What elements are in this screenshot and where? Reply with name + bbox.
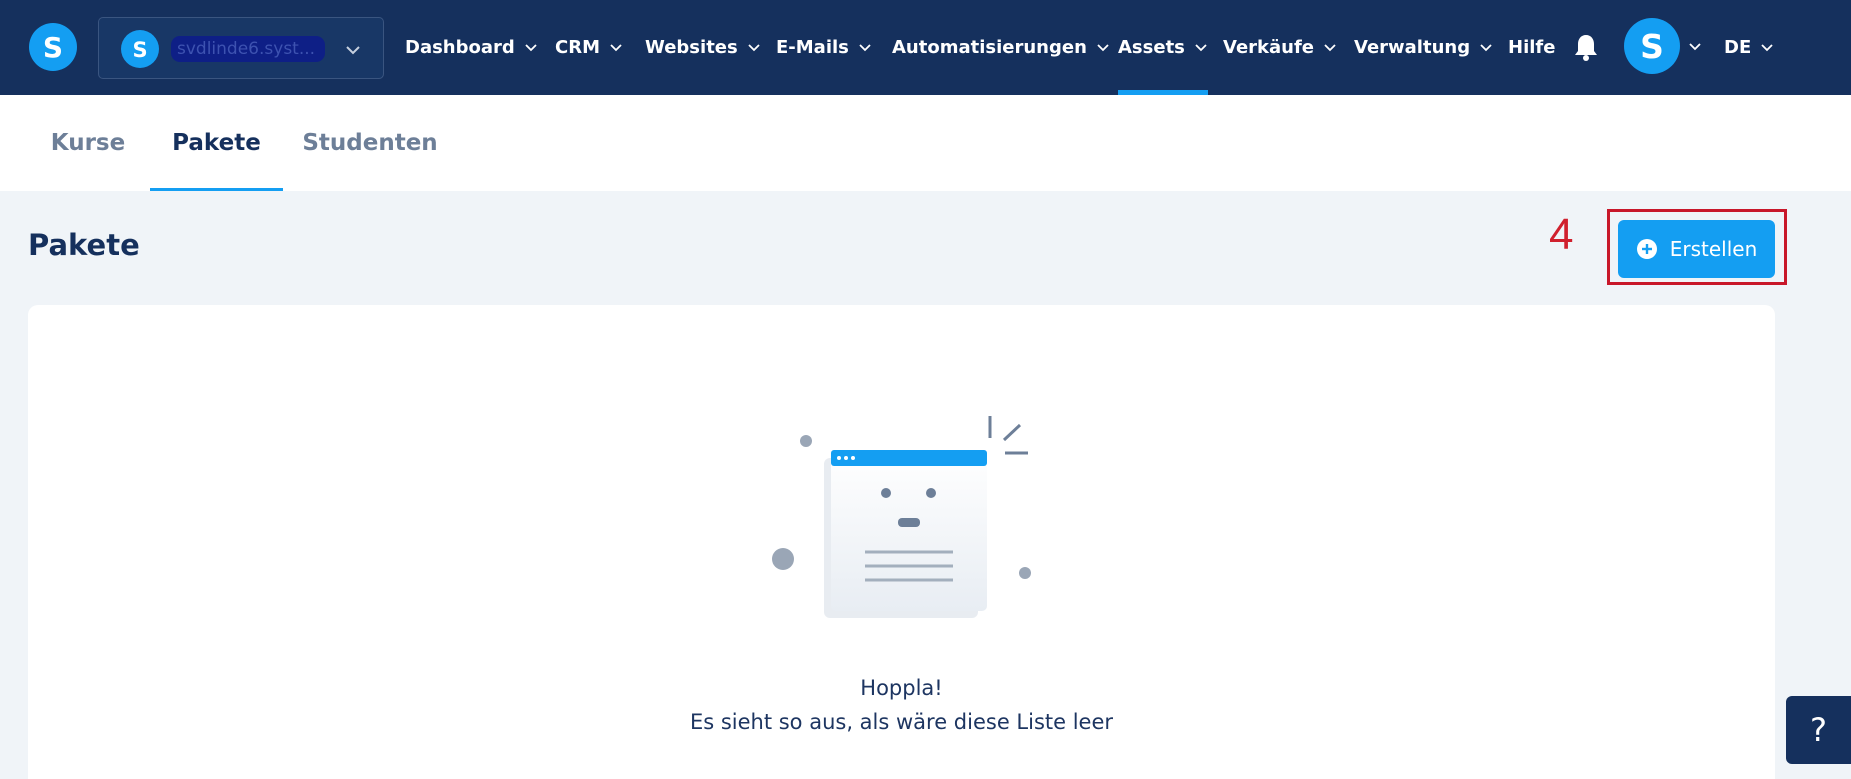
logo-s-icon: S	[43, 31, 63, 64]
chevron-down-icon	[1195, 44, 1207, 52]
nav-label: Dashboard	[405, 36, 515, 58]
step-marker: 4	[1549, 210, 1574, 259]
tab-label: Kurse	[50, 130, 126, 156]
create-button[interactable]: Erstellen	[1618, 220, 1775, 278]
nav-crm[interactable]: CRM	[555, 30, 623, 64]
chevron-down-icon	[1480, 44, 1492, 52]
empty-state-message: Es sieht so aus, als wäre diese Liste le…	[689, 710, 1114, 734]
tab-kurse[interactable]: Kurse	[28, 95, 148, 191]
chevron-down-icon	[346, 46, 360, 55]
tab-label: Pakete	[172, 130, 261, 156]
nav-label: Websites	[645, 36, 738, 58]
nav-emails[interactable]: E-Mails	[776, 30, 872, 64]
tab-label: Studenten	[302, 130, 438, 156]
nav-verkaeufe[interactable]: Verkäufe	[1223, 30, 1337, 64]
nav-websites[interactable]: Websites	[645, 30, 761, 64]
nav-label: CRM	[555, 36, 600, 58]
empty-list-illustration	[772, 416, 1031, 618]
empty-state-title: Hoppla!	[860, 676, 943, 700]
chevron-down-icon[interactable]	[1688, 39, 1702, 53]
language-label: DE	[1724, 36, 1752, 58]
nav-label: E-Mails	[776, 36, 849, 58]
logo-s-icon: S	[132, 38, 147, 62]
chevron-down-icon	[859, 44, 871, 52]
nav-label: Verwaltung	[1354, 36, 1471, 58]
nav-dashboard[interactable]: Dashboard	[405, 30, 538, 64]
tab-pakete[interactable]: Pakete	[150, 95, 283, 191]
nav-label: Automatisierungen	[892, 36, 1087, 58]
logo-s-icon: S	[1640, 27, 1664, 66]
svg-text:S: S	[43, 31, 63, 64]
chevron-down-icon	[610, 44, 622, 52]
nav-label: Assets	[1118, 36, 1185, 58]
project-logo: S	[121, 30, 159, 68]
brand-logo[interactable]: S	[29, 23, 77, 71]
project-switcher[interactable]: S svdlinde6.syst...	[98, 17, 384, 79]
language-selector[interactable]: DE	[1724, 30, 1774, 64]
bell-icon[interactable]	[1573, 33, 1599, 61]
create-button-label: Erstellen	[1669, 237, 1758, 261]
user-avatar[interactable]: S	[1624, 18, 1680, 74]
project-name: svdlinde6.syst...	[171, 36, 325, 62]
chevron-down-icon	[1761, 44, 1773, 52]
nav-automatisierungen[interactable]: Automatisierungen	[892, 30, 1110, 64]
chevron-down-icon	[1324, 44, 1336, 52]
svg-text:S: S	[132, 38, 147, 62]
plus-circle-icon	[1636, 239, 1657, 259]
svg-text:S: S	[1640, 27, 1664, 66]
tab-studenten[interactable]: Studenten	[295, 95, 445, 191]
chevron-down-icon	[1097, 44, 1109, 52]
chevron-down-icon	[525, 44, 537, 52]
page-title: Pakete	[28, 228, 140, 262]
top-navbar: S S svdlinde6.syst... Dashboard CRM Webs…	[0, 0, 1851, 95]
help-button[interactable]: ?	[1786, 696, 1851, 764]
nav-assets[interactable]: Assets	[1118, 30, 1208, 95]
nav-verwaltung[interactable]: Verwaltung	[1354, 30, 1493, 64]
nav-label: Hilfe	[1508, 36, 1556, 58]
nav-hilfe[interactable]: Hilfe	[1508, 30, 1555, 64]
help-question-icon: ?	[1810, 711, 1827, 749]
tabs-bar: Kurse Pakete Studenten	[0, 95, 1851, 191]
nav-label: Verkäufe	[1223, 36, 1315, 58]
chevron-down-icon	[748, 44, 760, 52]
